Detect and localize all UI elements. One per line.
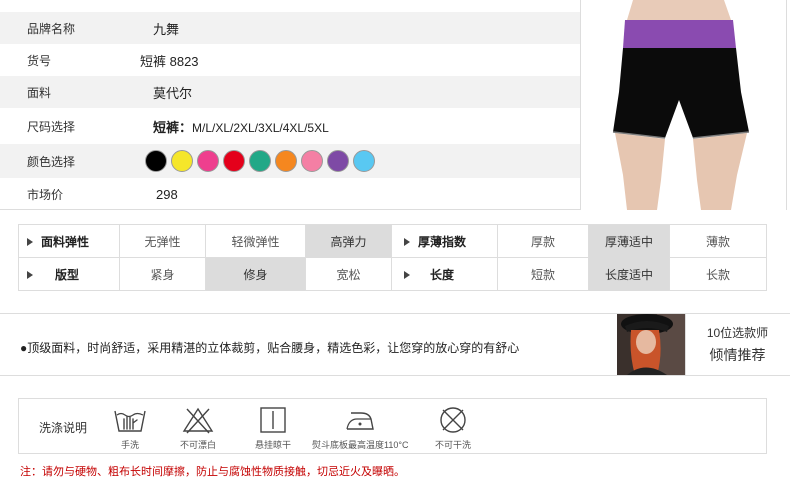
wash-label: 悬挂晾干 bbox=[255, 440, 292, 450]
info-label: 品牌名称 bbox=[27, 21, 76, 36]
product-info-table: 品牌名称 九舞 货号 短裤 8823 面料 莫代尔 尺码选择 短裤：M/L/XL… bbox=[0, 0, 580, 210]
price-value: 298 bbox=[156, 186, 178, 202]
attribute-row-2: 版型 紧身 修身 宽松 长度 短款 长度适中 长款 bbox=[19, 258, 766, 291]
length-option: 短款 bbox=[498, 258, 589, 291]
wash-item-hang-dry: 悬挂晾干 bbox=[255, 405, 291, 451]
wash-instructions: 洗涤说明 手洗 不可漂白 悬挂晾干 熨斗底板最高温度110°C 不可干洗 bbox=[18, 398, 767, 454]
thickness-header-label: 厚薄指数 bbox=[418, 235, 467, 249]
info-label: 市场价 bbox=[27, 187, 64, 202]
attribute-row-1: 面料弹性 无弹性 轻微弹性 高弹力 厚薄指数 厚款 厚薄适中 薄款 bbox=[19, 225, 766, 258]
info-label: 货号 bbox=[27, 53, 52, 68]
wash-item-hand-wash: 手洗 bbox=[113, 405, 147, 451]
size-value: 短裤：M/L/XL/2XL/3XL/4XL/5XL bbox=[153, 117, 329, 136]
fit-option: 紧身 bbox=[120, 258, 206, 291]
color-swatch[interactable] bbox=[301, 150, 323, 172]
triangle-icon bbox=[27, 270, 33, 279]
no-dry-clean-icon bbox=[440, 407, 466, 433]
fit-option: 宽松 bbox=[306, 258, 392, 291]
color-swatch[interactable] bbox=[145, 150, 167, 172]
triangle-icon bbox=[404, 270, 410, 279]
fabric-value: 莫代尔 bbox=[153, 85, 193, 101]
thickness-header: 厚薄指数 bbox=[392, 225, 498, 258]
hand-wash-icon bbox=[114, 410, 146, 432]
wash-label: 熨斗底板最高温度110°C bbox=[312, 440, 409, 450]
color-swatch[interactable] bbox=[275, 150, 297, 172]
info-label: 面料 bbox=[27, 85, 52, 100]
info-row-item-number: 货号 短裤 8823 bbox=[0, 44, 580, 76]
color-swatch[interactable] bbox=[327, 150, 349, 172]
product-photo bbox=[580, 0, 776, 210]
wash-label: 不可漂白 bbox=[180, 440, 217, 450]
color-swatch[interactable] bbox=[171, 150, 193, 172]
triangle-icon bbox=[27, 237, 33, 246]
triangle-icon bbox=[404, 237, 410, 246]
elastic-option: 轻微弹性 bbox=[206, 225, 306, 258]
item-number-value: 短裤 8823 bbox=[140, 53, 199, 69]
fit-option-selected: 修身 bbox=[206, 258, 306, 291]
info-row-fabric: 面料 莫代尔 bbox=[0, 76, 580, 108]
fit-header-label: 版型 bbox=[55, 268, 80, 282]
thickness-option: 厚款 bbox=[498, 225, 589, 258]
elastic-header: 面料弹性 bbox=[19, 225, 120, 258]
slogan-text: ●顶级面料，时尚舒适，采用精湛的立体裁剪，贴合腰身，精选色彩，让您穿的放心穿的有… bbox=[20, 341, 520, 355]
fit-header: 版型 bbox=[19, 258, 120, 291]
length-header: 长度 bbox=[392, 258, 498, 291]
wash-label: 不可干洗 bbox=[435, 440, 472, 450]
info-row-size: 尺码选择 短裤：M/L/XL/2XL/3XL/4XL/5XL bbox=[0, 108, 580, 144]
color-swatch[interactable] bbox=[223, 150, 245, 172]
info-label: 颜色选择 bbox=[27, 154, 76, 169]
wash-item-no-bleach: 不可漂白 bbox=[180, 405, 216, 451]
info-row-color: 颜色选择 bbox=[0, 144, 580, 178]
info-label: 尺码选择 bbox=[27, 119, 76, 134]
designer-recommend-text: 倾情推荐 bbox=[709, 347, 766, 363]
slogan-band: ●顶级面料，时尚舒适，采用精湛的立体裁剪，贴合腰身，精选色彩，让您穿的放心穿的有… bbox=[0, 313, 790, 376]
wash-title: 洗涤说明 bbox=[39, 421, 88, 435]
iron-icon bbox=[346, 412, 375, 430]
color-swatch[interactable] bbox=[197, 150, 219, 172]
designer-photo bbox=[617, 314, 685, 375]
brand-value: 九舞 bbox=[153, 21, 180, 37]
size-prefix: 短裤： bbox=[153, 119, 193, 135]
care-note: 注：请勿与硬物、粗布长时间摩擦，防止与腐蚀性物质接触，切忌近火及曝晒。 bbox=[20, 466, 405, 478]
shorts-image bbox=[581, 0, 776, 210]
wash-item-iron: 熨斗底板最高温度110°C bbox=[312, 405, 408, 451]
designer-count: 10位选款师 bbox=[706, 326, 769, 340]
no-bleach-icon bbox=[182, 407, 214, 434]
color-swatch[interactable] bbox=[353, 150, 375, 172]
elastic-option: 无弹性 bbox=[120, 225, 206, 258]
hang-dry-icon bbox=[260, 407, 286, 433]
color-swatch[interactable] bbox=[249, 150, 271, 172]
length-option: 长款 bbox=[705, 268, 730, 282]
info-row-price: 市场价 298 bbox=[0, 178, 580, 210]
info-row-brand: 品牌名称 九舞 bbox=[0, 12, 580, 44]
wash-item-no-dry-clean: 不可干洗 bbox=[435, 405, 471, 451]
attribute-grid: 面料弹性 无弹性 轻微弹性 高弹力 厚薄指数 厚款 厚薄适中 薄款 版型 紧身 … bbox=[18, 224, 767, 291]
elastic-header-label: 面料弹性 bbox=[41, 235, 90, 249]
divider bbox=[786, 0, 787, 210]
thickness-option-selected: 厚薄适中 bbox=[589, 225, 670, 258]
elastic-option-selected: 高弹力 bbox=[306, 225, 392, 258]
size-list: M/L/XL/2XL/3XL/4XL/5XL bbox=[192, 120, 329, 135]
wash-label: 手洗 bbox=[120, 440, 139, 450]
designer-recommend: 10位选款师 倾情推荐 bbox=[685, 314, 789, 375]
thickness-option: 薄款 bbox=[705, 235, 730, 249]
length-option-selected: 长度适中 bbox=[589, 258, 670, 291]
designer-image bbox=[617, 314, 685, 375]
color-swatches bbox=[145, 150, 375, 172]
length-header-label: 长度 bbox=[430, 268, 455, 282]
